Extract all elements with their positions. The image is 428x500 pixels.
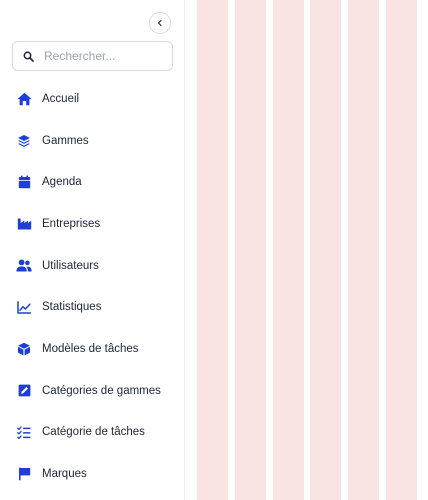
column-placeholder xyxy=(386,0,417,500)
sidebar-item-statistiques[interactable]: Statistiques xyxy=(0,286,185,328)
collapse-sidebar-button[interactable] xyxy=(149,12,171,34)
sidebar-item-label: Catégories de gammes xyxy=(42,384,161,397)
chart-line-icon xyxy=(16,299,32,315)
sidebar-item-marques[interactable]: Marques xyxy=(0,453,185,495)
home-icon xyxy=(16,91,32,107)
sidebar-item-utilisateurs[interactable]: Utilisateurs xyxy=(0,245,185,287)
sidebar-item-accueil[interactable]: Accueil xyxy=(0,78,185,120)
sidebar-item-label: Entreprises xyxy=(42,217,101,230)
calendar-icon xyxy=(16,174,32,190)
sidebar-item-label: Agenda xyxy=(42,176,82,189)
search-box[interactable] xyxy=(12,41,173,71)
checklist-icon xyxy=(16,424,32,440)
column-placeholder xyxy=(310,0,341,500)
sidebar-item-label: Statistiques xyxy=(42,301,102,314)
sidebar-item-label: Modèles de tâches xyxy=(42,342,139,355)
sidebar-item-categorie-de-taches[interactable]: Catégorie de tâches xyxy=(0,412,185,454)
sidebar-item-label: Gammes xyxy=(42,134,89,147)
main-content xyxy=(186,0,428,500)
sidebar-item-label: Accueil xyxy=(42,92,80,105)
users-icon xyxy=(16,258,32,274)
flag-icon xyxy=(16,466,32,482)
search-icon xyxy=(23,51,34,62)
search-input[interactable] xyxy=(44,49,162,63)
sidebar-item-agenda[interactable]: Agenda xyxy=(0,161,185,203)
edit-square-icon xyxy=(16,383,32,399)
app-window: Accueil Gammes xyxy=(0,0,428,500)
sidebar-item-label: Marques xyxy=(42,468,87,481)
chevron-left-icon xyxy=(157,19,162,27)
sidebar-item-label: Utilisateurs xyxy=(42,259,99,272)
sidebar-item-entreprises[interactable]: Entreprises xyxy=(0,203,185,245)
sidebar: Accueil Gammes xyxy=(0,0,185,500)
layers-icon xyxy=(16,133,32,149)
box-icon xyxy=(16,341,32,357)
sidebar-item-label: Catégorie de tâches xyxy=(42,426,145,439)
sidebar-item-modeles-de-taches[interactable]: Modèles de tâches xyxy=(0,328,185,370)
column-placeholder xyxy=(273,0,304,500)
column-placeholder xyxy=(197,0,228,500)
sidebar-item-gammes[interactable]: Gammes xyxy=(0,120,185,162)
factory-icon xyxy=(16,216,32,232)
column-placeholder xyxy=(235,0,266,500)
sidebar-nav: Accueil Gammes Agenda Entreprises Utilis… xyxy=(0,78,185,495)
sidebar-item-categories-de-gammes[interactable]: Catégories de gammes xyxy=(0,370,185,412)
column-placeholder xyxy=(348,0,379,500)
